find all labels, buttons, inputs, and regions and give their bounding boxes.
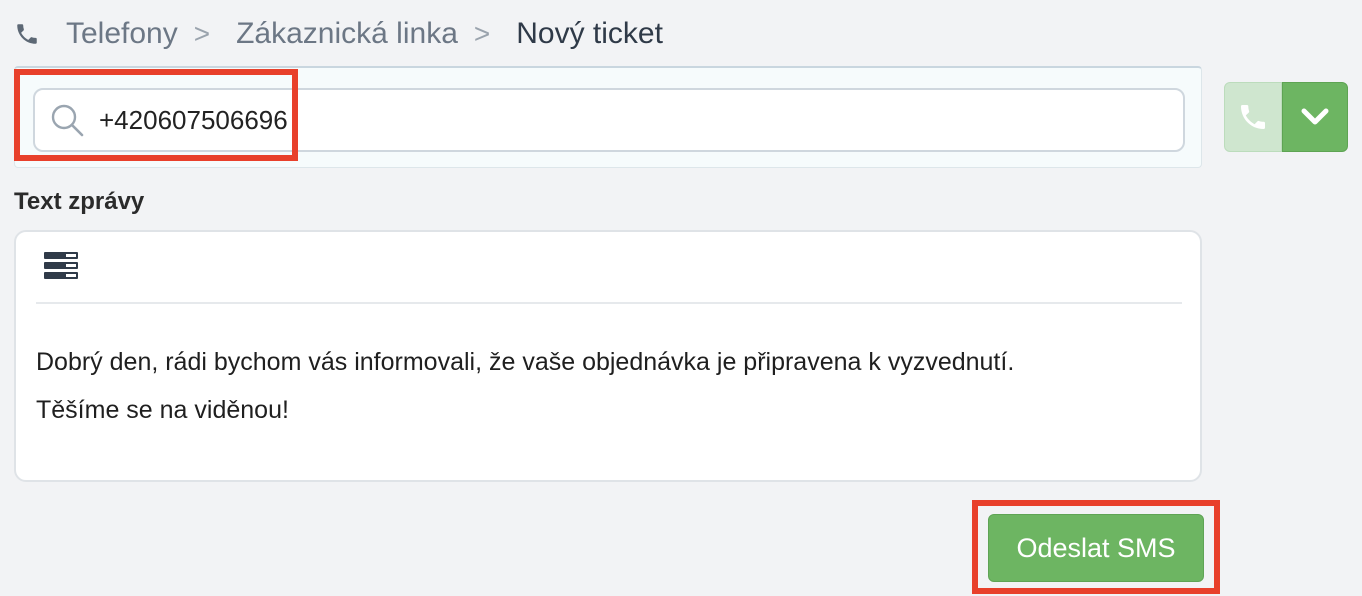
chevron-down-icon (1301, 108, 1329, 125)
search-field[interactable] (33, 88, 1185, 152)
call-dropdown-button[interactable] (1282, 82, 1348, 152)
search-icon (51, 104, 84, 137)
breadcrumb-current: Nový ticket (516, 17, 663, 50)
breadcrumb-item-zakaznicka-linka[interactable]: Zákaznická linka (236, 17, 458, 51)
snippet-list-icon[interactable] (44, 252, 78, 280)
call-button[interactable] (1224, 82, 1282, 152)
breadcrumb-separator: > (193, 18, 211, 49)
message-text[interactable]: Dobrý den, rádi bychom vás informovali, … (36, 338, 1180, 434)
search-panel (14, 66, 1202, 168)
message-label: Text zprávy (14, 188, 145, 215)
call-button-group (1224, 82, 1348, 152)
editor-toolbar (36, 232, 1182, 304)
breadcrumb: Telefony > Zákaznická linka > Nový ticke… (14, 14, 663, 54)
message-editor[interactable]: Dobrý den, rádi bychom vás informovali, … (14, 230, 1202, 482)
phone-icon (17, 24, 37, 44)
phone-search-input[interactable] (99, 104, 1099, 136)
breadcrumb-item-telefony[interactable]: Telefony (66, 17, 178, 51)
send-sms-button[interactable]: Odeslat SMS (988, 514, 1204, 582)
phone-icon (1241, 105, 1265, 129)
breadcrumb-separator: > (473, 18, 491, 49)
